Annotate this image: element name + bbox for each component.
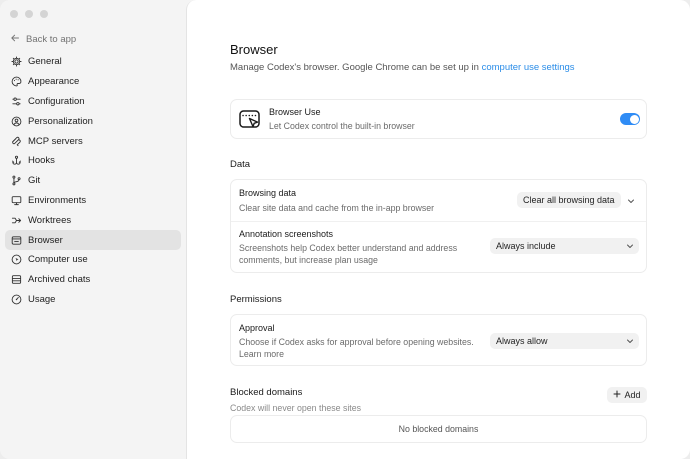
clear-browsing-data-label: Clear all browsing data	[523, 195, 615, 205]
annotation-screenshots-select[interactable]: Always include	[490, 238, 639, 254]
palette-icon	[11, 76, 22, 87]
row-divider	[231, 221, 646, 222]
sidebar-item-label: Appearance	[28, 76, 80, 88]
sidebar-item-label: Worktrees	[28, 214, 72, 226]
sidebar-item-label: Personalization	[28, 115, 93, 127]
blocked-domains-label: Blocked domains	[230, 387, 303, 398]
sidebar-item-hooks[interactable]: Hooks	[5, 151, 181, 171]
sidebar-item-general[interactable]: General	[5, 52, 181, 72]
blocked-domains-list: No blocked domains	[230, 415, 647, 443]
sidebar-item-label: Usage	[28, 293, 56, 305]
clear-browsing-data-button[interactable]: Clear all browsing data	[517, 192, 621, 208]
monitor-icon	[11, 195, 22, 206]
chevron-down-icon[interactable]	[627, 197, 635, 205]
sidebar-item-configuration[interactable]: Configuration	[5, 92, 181, 112]
browser-use-description: Let Codex control the built-in browser	[269, 121, 415, 131]
chevron-down-icon	[626, 242, 634, 250]
approval-select[interactable]: Always allow	[490, 333, 639, 349]
sidebar-item-git[interactable]: Git	[5, 171, 181, 191]
subtitle-text: Manage Codex's browser. Google Chrome ca…	[230, 62, 482, 73]
hook-icon	[11, 155, 22, 166]
browser-use-card: Browser Use Let Codex control the built-…	[230, 99, 647, 139]
settings-content: Browser Manage Codex's browser. Google C…	[186, 0, 690, 459]
page-title: Browser	[230, 42, 278, 57]
window-controls	[10, 10, 48, 18]
browser-cursor-icon	[238, 108, 262, 135]
annotation-screenshots-title: Annotation screenshots	[239, 229, 334, 239]
settings-window: Back to app General Appearance Configura…	[0, 0, 690, 459]
no-blocked-domains-text: No blocked domains	[398, 424, 479, 434]
chevron-down-icon	[626, 337, 634, 345]
plus-icon	[613, 390, 621, 400]
sidebar-item-label: Configuration	[28, 95, 85, 107]
sidebar-item-label: General	[28, 56, 62, 68]
sidebar-item-label: Git	[28, 175, 41, 187]
gauge-icon	[11, 294, 22, 305]
sidebar-item-label: MCP servers	[28, 135, 83, 147]
browser-icon	[11, 235, 22, 246]
sidebar-item-worktrees[interactable]: Worktrees	[5, 210, 181, 230]
close-window-button[interactable]	[10, 10, 18, 18]
add-blocked-domain-button[interactable]: Add	[607, 387, 647, 403]
permissions-card: Approval Choose if Codex asks for approv…	[230, 314, 647, 366]
approval-value: Always allow	[496, 336, 548, 346]
approval-title: Approval	[239, 323, 275, 333]
back-to-app-label: Back to app	[26, 33, 77, 45]
sidebar-item-personalization[interactable]: Personalization	[5, 111, 181, 131]
computer-use-settings-link[interactable]: computer use settings	[482, 62, 575, 73]
blocked-domains-description: Codex will never open these sites	[230, 403, 362, 413]
sliders-icon	[11, 96, 22, 107]
browser-use-title: Browser Use	[269, 107, 321, 117]
sidebar-item-browser[interactable]: Browser	[5, 230, 181, 250]
data-card: Browsing data Clear site data and cache …	[230, 179, 647, 273]
sidebar-item-label: Computer use	[28, 254, 88, 266]
approval-description: Choose if Codex asks for approval before…	[239, 337, 474, 347]
data-section-label: Data	[230, 159, 251, 170]
person-icon	[11, 116, 22, 127]
archive-icon	[11, 274, 22, 285]
zoom-window-button[interactable]	[40, 10, 48, 18]
tree-icon	[11, 215, 22, 226]
learn-more-link[interactable]: Learn more	[239, 348, 284, 360]
sidebar-item-usage[interactable]: Usage	[5, 290, 181, 310]
browser-use-toggle[interactable]	[620, 113, 640, 125]
git-branch-icon	[11, 175, 22, 186]
sidebar: Back to app General Appearance Configura…	[0, 0, 186, 459]
add-button-label: Add	[624, 390, 641, 400]
sidebar-item-appearance[interactable]: Appearance	[5, 72, 181, 92]
sidebar-item-label: Archived chats	[28, 274, 91, 286]
sidebar-item-archived-chats[interactable]: Archived chats	[5, 270, 181, 290]
cursor-icon	[11, 254, 22, 265]
browsing-data-title: Browsing data	[239, 188, 297, 198]
sidebar-item-environments[interactable]: Environments	[5, 191, 181, 211]
gear-icon	[11, 56, 22, 67]
sidebar-item-computer-use[interactable]: Computer use	[5, 250, 181, 270]
annotation-screenshots-description-2: comments, but increase plan usage	[239, 255, 378, 265]
annotation-screenshots-description-1: Screenshots help Codex better understand…	[239, 243, 458, 253]
back-to-app-link[interactable]: Back to app	[10, 32, 76, 46]
sidebar-item-mcp-servers[interactable]: MCP servers	[5, 131, 181, 151]
arrow-left-icon	[10, 33, 20, 46]
annotation-screenshots-value: Always include	[496, 241, 556, 251]
mcp-icon	[11, 136, 22, 147]
sidebar-item-label: Browser	[28, 234, 63, 246]
minimize-window-button[interactable]	[25, 10, 33, 18]
sidebar-item-label: Environments	[28, 194, 87, 206]
sidebar-nav: General Appearance Configuration Persona…	[5, 52, 181, 309]
browsing-data-description: Clear site data and cache from the in-ap…	[239, 203, 435, 213]
sidebar-item-label: Hooks	[28, 155, 55, 167]
page-subtitle: Manage Codex's browser. Google Chrome ca…	[230, 62, 575, 73]
permissions-section-label: Permissions	[230, 294, 282, 305]
